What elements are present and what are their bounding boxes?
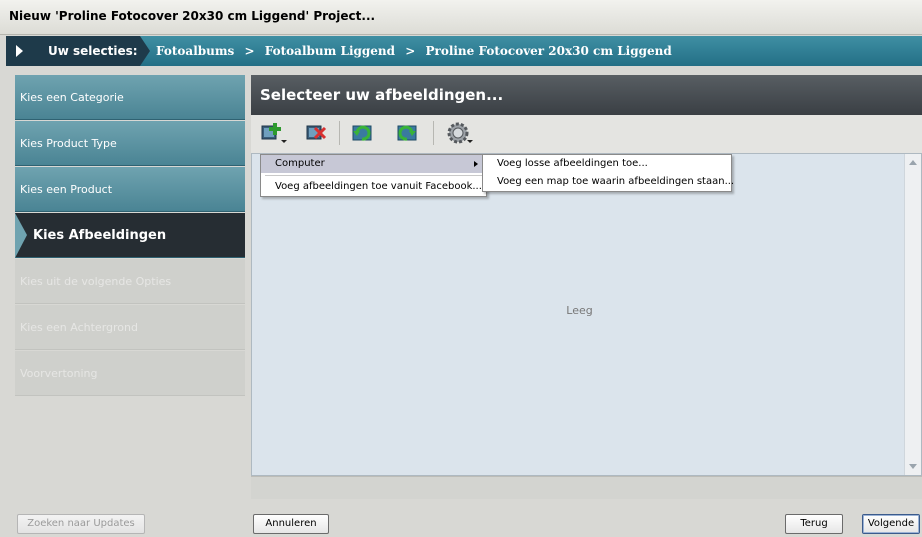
sidebar-item-kies-product-type[interactable]: Kies Product Type — [15, 121, 245, 166]
image-toolbar — [251, 115, 922, 154]
breadcrumb-separator: > — [244, 44, 255, 58]
image-drop-area[interactable]: Leeg — [251, 153, 922, 476]
next-button[interactable]: Volgende — [862, 514, 920, 534]
empty-label: Leeg — [566, 304, 593, 317]
remove-image-icon[interactable] — [303, 120, 331, 146]
settings-gear-icon[interactable] — [445, 120, 473, 146]
breadcrumb-item-fotoalbums[interactable]: Fotoalbums — [156, 44, 234, 58]
window-titlebar: Nieuw 'Proline Fotocover 20x30 cm Liggen… — [0, 0, 922, 35]
scroll-down-icon[interactable] — [909, 464, 917, 469]
breadcrumb-separator: > — [405, 44, 416, 58]
add-image-icon[interactable] — [259, 120, 287, 146]
sidebar-item-kies-afbeeldingen[interactable]: Kies Afbeeldingen — [15, 213, 245, 258]
image-selection-panel: Selecteer uw afbeeldingen... Leeg — [251, 75, 922, 499]
submenu-arrow-icon — [474, 161, 478, 167]
scroll-up-icon[interactable] — [909, 160, 917, 165]
menu-item-add-single-images[interactable]: Voeg losse afbeeldingen toe... — [483, 155, 731, 173]
expand-arrow-icon[interactable] — [6, 36, 36, 66]
cancel-button[interactable]: Annuleren — [253, 514, 329, 534]
panel-header: Selecteer uw afbeeldingen... — [251, 75, 922, 115]
toolbar-separator — [433, 121, 434, 145]
rotate-right-icon[interactable] — [393, 120, 421, 146]
rotate-left-icon[interactable] — [348, 120, 376, 146]
sidebar-item-voorvertoning: Voorvertoning — [15, 351, 245, 396]
menu-item-add-folder[interactable]: Voeg een map toe waarin afbeeldingen sta… — [483, 173, 734, 191]
breadcrumb: Fotoalbums > Fotoalbum Liggend > Proline… — [156, 36, 672, 66]
breadcrumb-item-product[interactable]: Proline Fotocover 20x30 cm Liggend — [425, 44, 671, 58]
menu-item-computer[interactable]: Computer — [261, 155, 486, 173]
sidebar-item-kies-product[interactable]: Kies een Product — [15, 167, 245, 212]
window-title: Nieuw 'Proline Fotocover 20x30 cm Liggen… — [9, 9, 376, 23]
menu-item-facebook[interactable]: Voeg afbeeldingen toe vanuit Facebook... — [261, 178, 486, 196]
breadcrumb-item-fotoalbum-liggend[interactable]: Fotoalbum Liggend — [265, 44, 395, 58]
vertical-scrollbar[interactable] — [904, 154, 921, 475]
panel-title: Selecteer uw afbeeldingen... — [260, 86, 504, 104]
breadcrumb-label: Uw selecties: — [36, 36, 150, 66]
add-images-menu: Computer Voeg afbeeldingen toe vanuit Fa… — [260, 154, 487, 197]
check-updates-button[interactable]: Zoeken naar Updates — [17, 514, 145, 534]
sidebar-item-kies-opties: Kies uit de volgende Opties — [15, 259, 245, 304]
panel-footer-strip — [251, 476, 922, 499]
toolbar-separator — [339, 121, 340, 145]
sidebar-item-kies-achtergrond: Kies een Achtergrond — [15, 305, 245, 350]
back-button[interactable]: Terug — [785, 514, 843, 534]
menu-item-computer-label: Computer — [275, 158, 325, 169]
menu-separator — [265, 175, 482, 176]
breadcrumb-bar: Uw selecties: Fotoalbums > Fotoalbum Lig… — [6, 36, 922, 66]
wizard-steps-sidebar: Kies een Categorie Kies Product Type Kie… — [15, 75, 245, 397]
computer-submenu: Voeg losse afbeeldingen toe... Voeg een … — [482, 154, 734, 192]
sidebar-item-kies-categorie[interactable]: Kies een Categorie — [15, 75, 245, 120]
